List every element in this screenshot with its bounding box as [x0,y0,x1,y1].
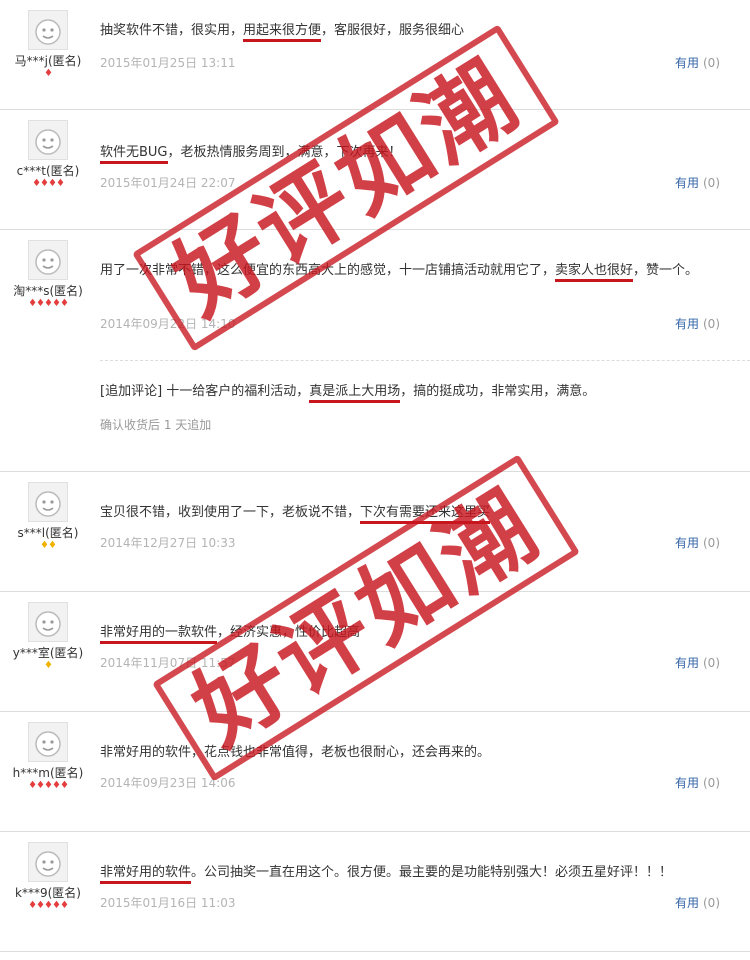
useful-label[interactable]: 有用 [675,176,699,190]
review-text: ，搞的挺成功，非常实用，满意。 [400,384,596,399]
review-date: 2015年01月16日 11:03 [100,896,236,910]
avatar-face-icon [35,19,61,45]
avatar-face-icon [35,491,61,517]
review-item: c***t(匿名) ♦♦♦♦ 软件无BUG，老板热情服务周到，满意，下次再来！ … [0,110,750,230]
review-date: 2014年11月07日 11:57 [100,656,236,670]
avatar[interactable] [28,240,68,280]
user-name: y***室(匿名) [12,646,84,660]
useful-button[interactable]: 有用 (0) [675,654,720,671]
useful-button[interactable]: 有用 (0) [675,174,720,191]
review-text: 用了一次非常不错，这么便宜的东西高大上的感觉，十一店铺搞活动就用它了， [100,263,556,278]
useful-label[interactable]: 有用 [675,656,699,670]
review-date: 2014年12月27日 10:33 [100,536,236,550]
avatar-face-icon [35,249,61,275]
review-content: 用了一次非常不错，这么便宜的东西高大上的感觉，十一店铺搞活动就用它了，卖家人也很… [100,260,720,282]
review-content: 非常好用的软件，花点钱也非常值得，老板也很耐心，还会再来的。 [100,742,720,764]
avatar-face-icon [35,611,61,637]
highlight-text: 真是派上大用场 [309,384,401,403]
review-text: [追加评论] 十一给客户的福利活动， [100,384,310,399]
review-item: k***9(匿名) ♦♦♦♦♦ 非常好用的软件。公司抽奖一直在用这个。很方便。最… [0,832,750,952]
useful-count: (0) [703,776,720,790]
review-item: y***室(匿名) ♦ 非常好用的一款软件，经济实惠，性价比超高 2014年11… [0,592,750,712]
useful-label[interactable]: 有用 [675,317,699,331]
highlight-text: 下次有需要还来这里买 [360,505,491,524]
review-date: 2014年09月23日 14:06 [100,776,236,790]
review-text: 宝贝很不错，收到使用了一下，老板说不错， [100,505,361,520]
useful-count: (0) [703,896,720,910]
user-name: h***m(匿名) [12,766,84,780]
review-content: 非常好用的一款软件，经济实惠，性价比超高 [100,622,720,644]
review-item: h***m(匿名) ♦♦♦♦♦ 非常好用的软件，花点钱也非常值得，老板也很耐心，… [0,712,750,832]
review-item: s***l(匿名) ♦♦ 宝贝很不错，收到使用了一下，老板说不错，下次有需要还来… [0,472,750,592]
avatar-face-icon [35,851,61,877]
buyer-rank-icon: ♦ [44,68,53,79]
avatar-face-icon [35,731,61,757]
avatar[interactable] [28,482,68,522]
review-content: 抽奖软件不错，很实用，用起来很方便，客服很好，服务很细心 [100,20,720,42]
useful-count: (0) [703,656,720,670]
review-date: 2014年09月22日 14:10 [100,317,236,331]
highlight-text: 非常好用的软件 [100,865,192,884]
highlight-text: 非常好用的一款软件 [100,625,218,644]
user-name: s***l(匿名) [17,526,79,540]
useful-label[interactable]: 有用 [675,56,699,70]
review-item: 淘***s(匿名) ♦♦♦♦♦ 用了一次非常不错，这么便宜的东西高大上的感觉，十… [0,230,750,472]
useful-count: (0) [703,56,720,70]
user-name: k***9(匿名) [15,886,81,900]
review-content: 非常好用的软件。公司抽奖一直在用这个。很方便。最主要的是功能特别强大！必须五星好… [100,862,720,884]
highlight-text: 卖家人也很好 [555,263,634,282]
review-content: 宝贝很不错，收到使用了一下，老板说不错，下次有需要还来这里买 [100,502,720,524]
useful-count: (0) [703,536,720,550]
buyer-rank-icon: ♦♦♦♦♦ [28,298,69,309]
review-text: ，经济实惠，性价比超高 [217,625,361,640]
useful-button[interactable]: 有用 (0) [675,894,720,911]
useful-count: (0) [703,317,720,331]
followup-date: 确认收货后 1 天追加 [100,418,212,432]
buyer-rank-icon: ♦ [44,660,53,671]
review-text: 。公司抽奖一直在用这个。很方便。最主要的是功能特别强大！必须五星好评！！！ [191,865,673,880]
useful-label[interactable]: 有用 [675,896,699,910]
review-text: 非常好用的软件，花点钱也非常值得，老板也很耐心，还会再来的。 [100,745,491,760]
followup-comment: [追加评论] 十一给客户的福利活动，真是派上大用场，搞的挺成功，非常实用，满意。 [100,380,596,403]
avatar[interactable] [28,602,68,642]
highlight-text: 用起来很方便 [243,23,322,42]
useful-button[interactable]: 有用 (0) [675,774,720,791]
useful-label[interactable]: 有用 [675,536,699,550]
useful-button[interactable]: 有用 (0) [675,54,720,71]
divider [100,360,750,361]
review-date: 2015年01月24日 22:07 [100,176,236,190]
useful-button[interactable]: 有用 (0) [675,315,720,332]
review-text: ，客服很好，服务很细心 [321,23,465,38]
review-text: ，老板热情服务周到，满意，下次再来！ [167,145,402,160]
review-date: 2015年01月25日 13:11 [100,56,236,70]
review-item: 马***j(匿名) ♦ 抽奖软件不错，很实用，用起来很方便，客服很好，服务很细心… [0,0,750,110]
review-text: ，赞一个。 [633,263,699,278]
useful-label[interactable]: 有用 [675,776,699,790]
avatar-face-icon [35,129,61,155]
review-content: 软件无BUG，老板热情服务周到，满意，下次再来！ [100,142,720,164]
avatar[interactable] [28,10,68,50]
user-name: c***t(匿名) [16,164,80,178]
user-name: 马***j(匿名) [14,54,82,68]
useful-button[interactable]: 有用 (0) [675,534,720,551]
highlight-text: 软件无BUG [100,145,168,164]
buyer-rank-icon: ♦♦♦♦ [32,178,65,189]
avatar[interactable] [28,722,68,762]
useful-count: (0) [703,176,720,190]
buyer-rank-icon: ♦♦ [40,540,57,551]
user-name: 淘***s(匿名) [13,284,83,298]
review-text: 抽奖软件不错，很实用， [100,23,244,38]
buyer-rank-icon: ♦♦♦♦♦ [28,780,69,791]
buyer-rank-icon: ♦♦♦♦♦ [28,900,69,911]
avatar[interactable] [28,842,68,882]
avatar[interactable] [28,120,68,160]
